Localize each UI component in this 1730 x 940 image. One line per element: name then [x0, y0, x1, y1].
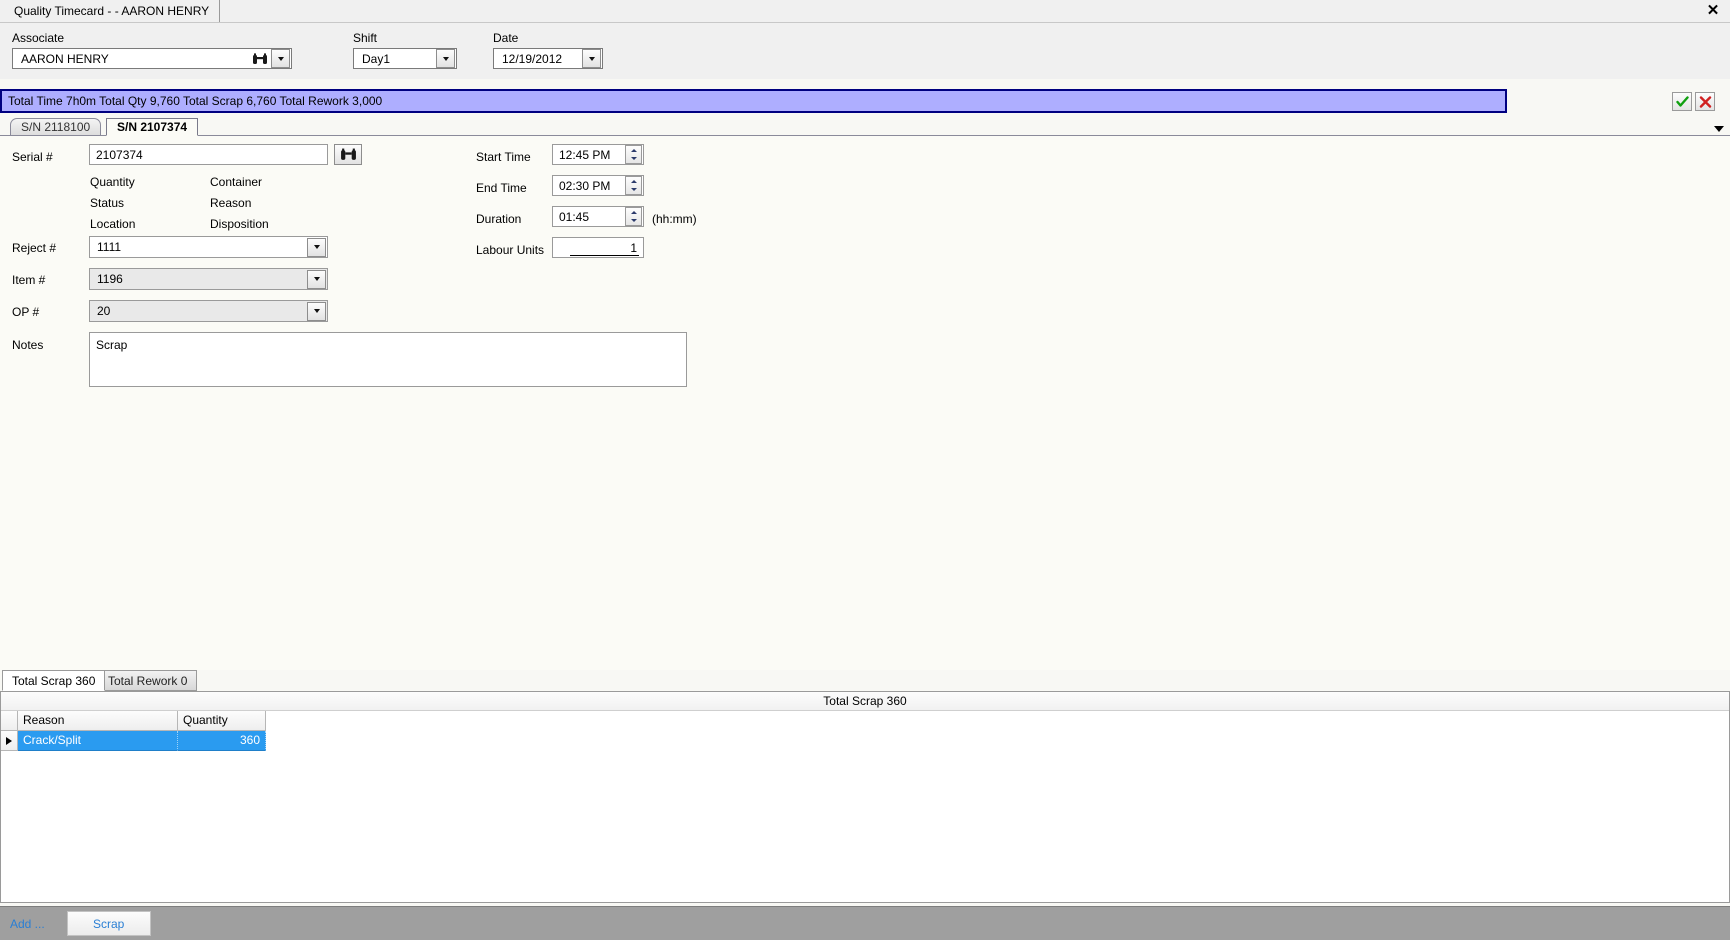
duration-input[interactable]: 01:45 [552, 206, 644, 227]
disposition-label: Disposition [210, 217, 269, 231]
window-title-strip: Quality Timecard - - AARON HENRY ✕ [0, 0, 1730, 23]
serial-label: Serial # [12, 150, 53, 164]
item-label: Item # [12, 273, 46, 287]
labour-units-value: 1 [570, 241, 639, 256]
shift-field-group: Shift Day1 [353, 31, 457, 69]
summary-text: Total Time 7h0m Total Qty 9,760 Total Sc… [8, 94, 383, 108]
reject-value: 1111 [97, 240, 122, 254]
duration-value: 01:45 [559, 209, 590, 224]
date-label: Date [493, 31, 519, 45]
spin-up-icon[interactable] [626, 208, 641, 217]
detail-tab-bar: Total Scrap 360 Total Rework 0 [0, 670, 1730, 692]
end-time-value: 02:30 PM [559, 178, 611, 193]
date-dropdown-icon[interactable] [582, 49, 601, 68]
notes-textarea[interactable]: Scrap [89, 332, 687, 387]
column-header-reason[interactable]: Reason [18, 711, 178, 731]
start-time-label: Start Time [476, 150, 531, 164]
grid-indicator-header [1, 711, 18, 731]
serial-value: 2107374 [96, 147, 143, 162]
container-label: Container [210, 175, 263, 189]
op-dropdown-icon[interactable] [307, 301, 326, 321]
status-label: Status [90, 196, 125, 210]
associate-combo[interactable]: AARON HENRY [12, 48, 292, 69]
labour-units-input[interactable]: 1 [552, 237, 644, 258]
spin-up-icon[interactable] [626, 146, 641, 155]
confirm-button[interactable] [1672, 92, 1692, 111]
spin-down-icon[interactable] [626, 186, 641, 195]
item-combo[interactable]: 1196 [89, 268, 328, 290]
shift-combo[interactable]: Day1 [353, 48, 457, 69]
associate-field-group: Associate AARON HENRY [12, 31, 292, 69]
end-time-input[interactable]: 02:30 PM [552, 175, 644, 196]
start-time-spinner [625, 145, 642, 164]
binoculars-icon[interactable] [251, 50, 269, 67]
window-tab[interactable]: Quality Timecard - - AARON HENRY [8, 0, 221, 22]
x-icon [1699, 95, 1711, 108]
cancel-button[interactable] [1695, 92, 1715, 111]
grid-header-row: Reason Quantity [1, 711, 266, 731]
summary-bar: Total Time 7h0m Total Qty 9,760 Total Sc… [0, 89, 1507, 113]
grid-caption: Total Scrap 360 [1, 692, 1729, 711]
end-time-spinner [625, 176, 642, 195]
end-time-label: End Time [476, 181, 527, 195]
spin-down-icon[interactable] [626, 155, 641, 164]
reject-combo[interactable]: 1111 [89, 236, 328, 258]
notes-label: Notes [12, 338, 44, 352]
labour-units-label: Labour Units [476, 243, 545, 257]
cell-reason: Crack/Split [18, 731, 178, 751]
op-value: 20 [97, 304, 111, 318]
reject-label: Reject # [12, 241, 57, 255]
spin-down-icon[interactable] [626, 217, 641, 226]
date-combo[interactable]: 12/19/2012 [493, 48, 603, 69]
duration-hint: (hh:mm) [652, 212, 697, 226]
item-value: 1196 [97, 272, 123, 286]
spin-up-icon[interactable] [626, 177, 641, 186]
duration-label: Duration [476, 212, 522, 226]
header-form: Associate AARON HENRY Shift Day1 Date 12… [0, 23, 1730, 79]
serial-detail-panel: Serial # 2107374 Quantity Container Stat… [0, 135, 1730, 670]
shift-label: Shift [353, 31, 378, 45]
op-combo[interactable]: 20 [89, 300, 328, 322]
serial-tab-2118100[interactable]: S/N 2118100 [10, 118, 102, 136]
reason-label: Reason [210, 196, 252, 210]
associate-label: Associate [12, 31, 65, 45]
tab-total-scrap[interactable]: Total Scrap 360 [2, 670, 106, 691]
serial-tab-2107374[interactable]: S/N 2107374 [106, 118, 199, 136]
date-value: 12/19/2012 [502, 51, 563, 66]
add-label[interactable]: Add ... [10, 917, 45, 931]
shift-value: Day1 [362, 51, 391, 66]
date-field-group: Date 12/19/2012 [493, 31, 603, 69]
quantity-label: Quantity [90, 175, 135, 189]
associate-dropdown-icon[interactable] [271, 49, 290, 68]
op-label: OP # [12, 305, 40, 319]
serial-lookup-button[interactable] [334, 144, 362, 165]
duration-spinner [625, 207, 642, 226]
shift-dropdown-icon[interactable] [436, 49, 455, 68]
cell-quantity: 360 [178, 731, 266, 751]
check-icon [1675, 95, 1689, 107]
serial-tab-bar: S/N 2118100 S/N 2107374 [0, 118, 1730, 136]
start-time-input[interactable]: 12:45 PM [552, 144, 644, 165]
serial-input[interactable]: 2107374 [89, 144, 328, 165]
quality-timecard-window: Quality Timecard - - AARON HENRY ✕ Assoc… [0, 0, 1730, 940]
associate-value: AARON HENRY [21, 51, 109, 66]
close-icon[interactable]: ✕ [1704, 2, 1722, 20]
column-header-quantity[interactable]: Quantity [178, 711, 266, 731]
table-row[interactable]: Crack/Split 360 [1, 731, 266, 751]
scrap-grid: Total Scrap 360 Reason Quantity Crack/Sp… [0, 691, 1730, 903]
reject-dropdown-icon[interactable] [307, 237, 326, 257]
row-indicator-icon [1, 731, 18, 751]
notes-value: Scrap [96, 338, 128, 352]
item-dropdown-icon[interactable] [307, 269, 326, 289]
scrap-button[interactable]: Scrap [66, 911, 151, 936]
start-time-value: 12:45 PM [559, 147, 611, 162]
location-label: Location [90, 217, 136, 231]
binoculars-icon [340, 148, 356, 160]
bottom-toolbar: Add ... Scrap [0, 906, 1730, 940]
tab-total-rework[interactable]: Total Rework 0 [98, 670, 198, 691]
